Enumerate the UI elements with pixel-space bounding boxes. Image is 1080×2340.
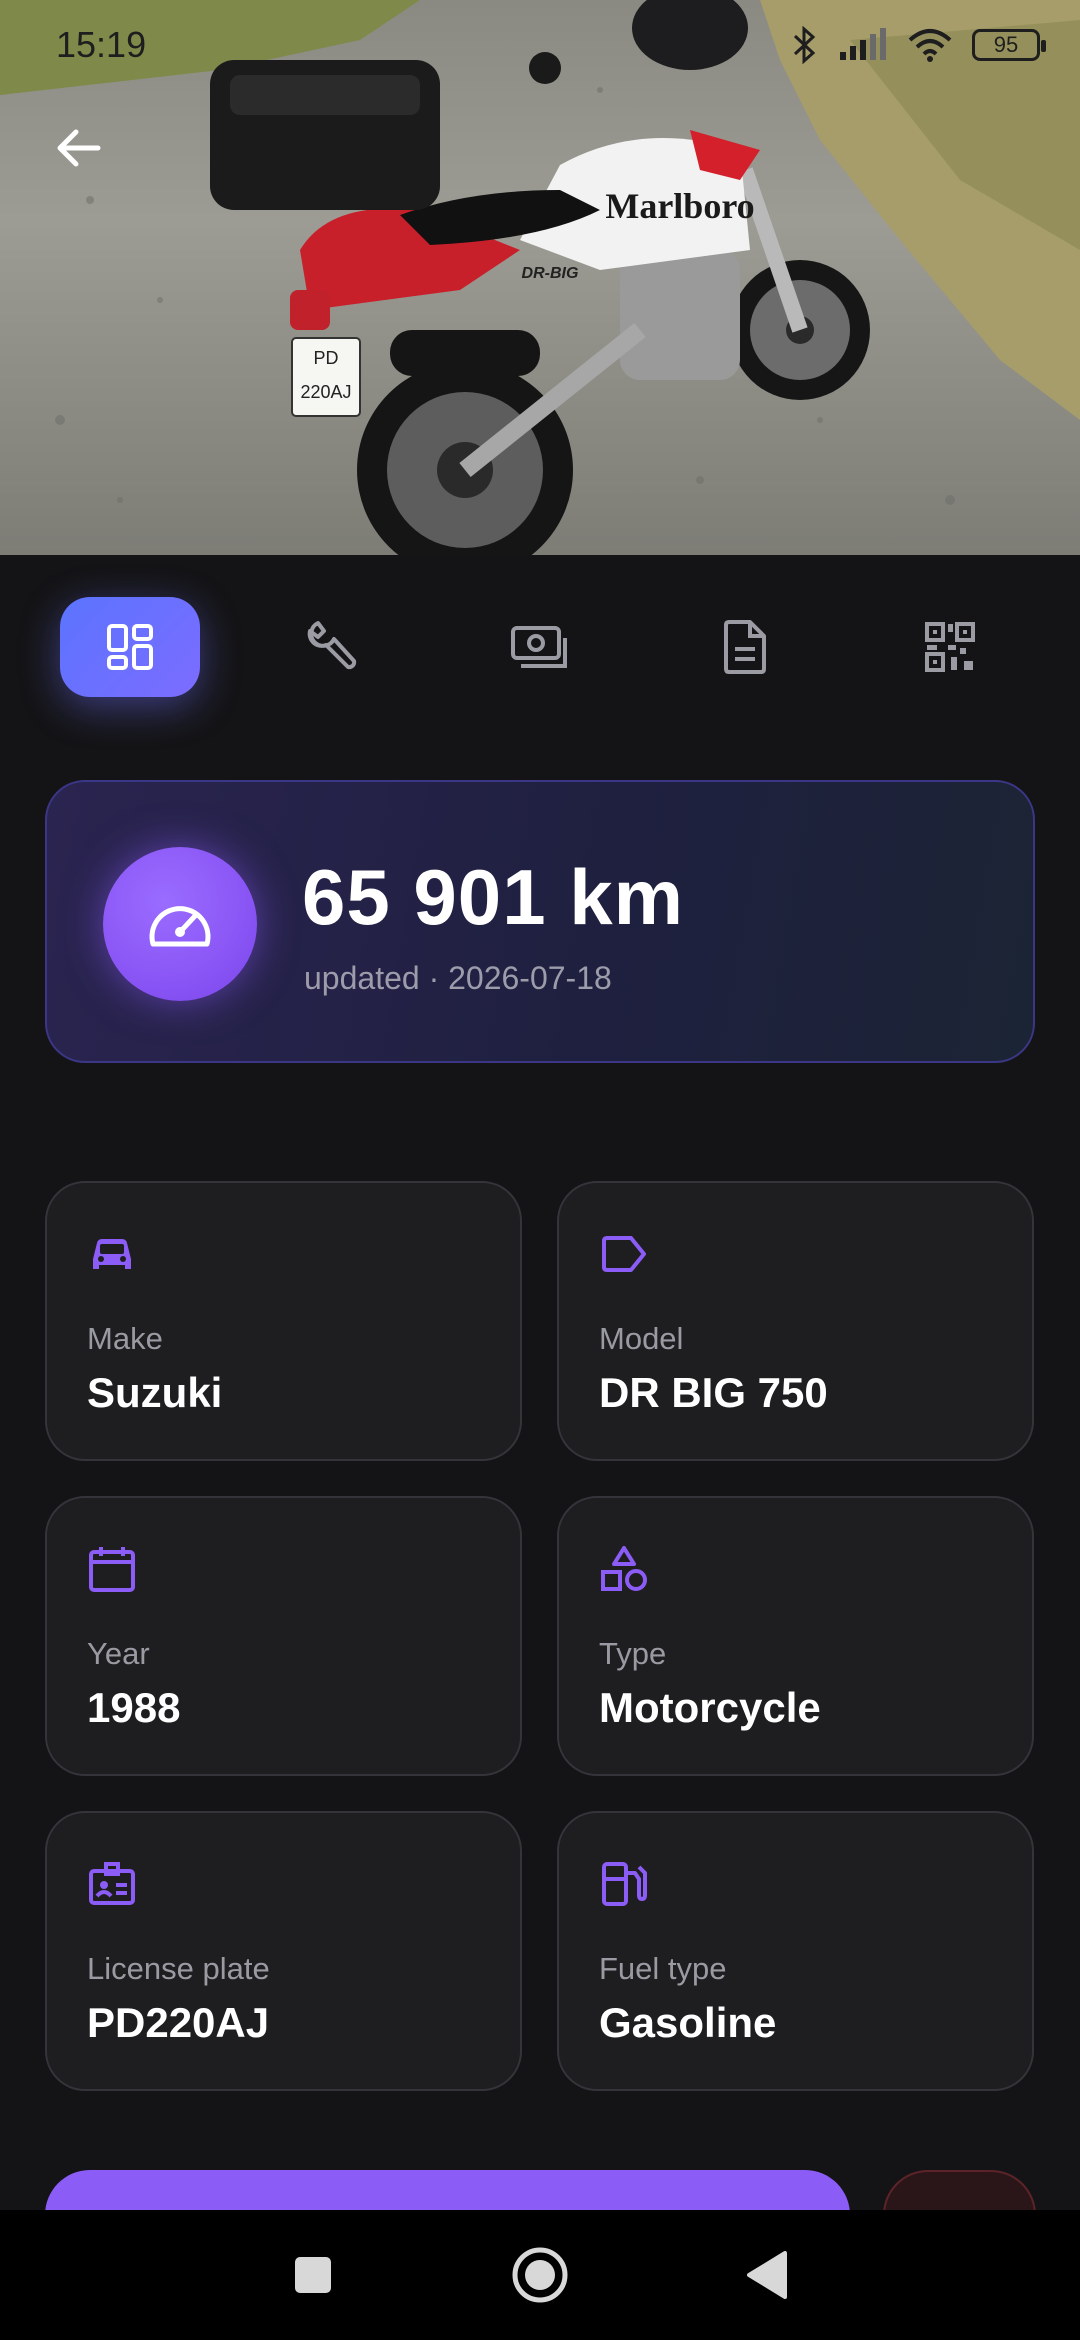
back-button[interactable] bbox=[48, 118, 108, 178]
type-value: Motorcycle bbox=[599, 1684, 821, 1731]
fuel-type-card: Fuel type Gasoline bbox=[557, 1811, 1034, 2091]
home-button[interactable] bbox=[495, 2230, 585, 2320]
tab-documents[interactable] bbox=[675, 597, 815, 697]
calendar-icon bbox=[89, 1547, 135, 1592]
vehicle-photo: PD 220AJ Marlboro DR-BIG 15:19 95 bbox=[0, 0, 1080, 555]
home-circle-icon bbox=[512, 2247, 568, 2303]
id-card-icon bbox=[89, 1862, 135, 1905]
speedometer-icon bbox=[149, 906, 211, 947]
odometer-updated-date: updated · 2026-07-18 bbox=[304, 960, 612, 996]
fuel-pump-icon bbox=[602, 1862, 647, 1906]
signal-icon bbox=[840, 28, 886, 60]
odometer-card[interactable]: 65 901 km updated · 2026-07-18 bbox=[45, 780, 1035, 1063]
shapes-icon bbox=[601, 1546, 647, 1591]
make-value: Suzuki bbox=[87, 1369, 223, 1416]
wrench-icon bbox=[307, 621, 357, 670]
status-time: 15:19 bbox=[56, 24, 147, 65]
license-plate-value: PD220AJ bbox=[87, 1999, 270, 2046]
year-label: Year bbox=[87, 1636, 150, 1671]
plate-bottom-text: 220AJ bbox=[300, 382, 351, 402]
odometer-icon-badge bbox=[103, 847, 257, 1001]
car-icon bbox=[93, 1239, 131, 1269]
recents-square-icon bbox=[295, 2257, 332, 2293]
fuel-type-label: Fuel type bbox=[599, 1951, 727, 1986]
back-nav-button[interactable] bbox=[722, 2230, 812, 2320]
cash-icon bbox=[511, 626, 567, 668]
make-label: Make bbox=[87, 1321, 163, 1356]
tank-lettering: Marlboro bbox=[605, 186, 754, 226]
type-card: Type Motorcycle bbox=[557, 1496, 1034, 1776]
tab-expenses[interactable] bbox=[469, 597, 609, 697]
section-tabs bbox=[0, 555, 1080, 735]
tab-overview[interactable] bbox=[60, 597, 200, 697]
model-value: DR BIG 750 bbox=[599, 1369, 828, 1416]
make-card: Make Suzuki bbox=[45, 1181, 522, 1461]
tab-maintenance[interactable] bbox=[264, 597, 404, 697]
fuel-type-value: Gasoline bbox=[599, 1999, 777, 2046]
dashboard-grid-icon bbox=[107, 624, 153, 670]
status-bar: 15:19 95 bbox=[0, 0, 1080, 92]
status-icons: 95 bbox=[792, 26, 1046, 64]
type-label: Type bbox=[599, 1636, 667, 1671]
plate-top-text: PD bbox=[313, 348, 338, 368]
recents-button[interactable] bbox=[268, 2230, 358, 2320]
year-card: Year 1988 bbox=[45, 1496, 522, 1776]
back-triangle-icon bbox=[746, 2251, 787, 2299]
battery-level: 95 bbox=[993, 32, 1019, 57]
battery-icon: 95 bbox=[972, 29, 1046, 61]
document-icon bbox=[724, 620, 766, 674]
model-label: Model bbox=[599, 1321, 684, 1356]
year-value: 1988 bbox=[87, 1684, 181, 1731]
arrow-left-icon bbox=[57, 129, 101, 167]
license-plate-card: License plate PD220AJ bbox=[45, 1811, 522, 2091]
tab-qr[interactable] bbox=[880, 597, 1020, 697]
qr-code-icon bbox=[925, 622, 975, 672]
model-card: Model DR BIG 750 bbox=[557, 1181, 1034, 1461]
odometer-value: 65 901 km bbox=[302, 853, 684, 941]
bluetooth-icon bbox=[793, 26, 816, 64]
license-plate-label: License plate bbox=[87, 1951, 270, 1986]
wifi-icon bbox=[908, 29, 952, 62]
system-navigation-bar bbox=[0, 2210, 1080, 2340]
tag-icon bbox=[602, 1236, 646, 1272]
side-lettering: DR-BIG bbox=[522, 265, 579, 282]
